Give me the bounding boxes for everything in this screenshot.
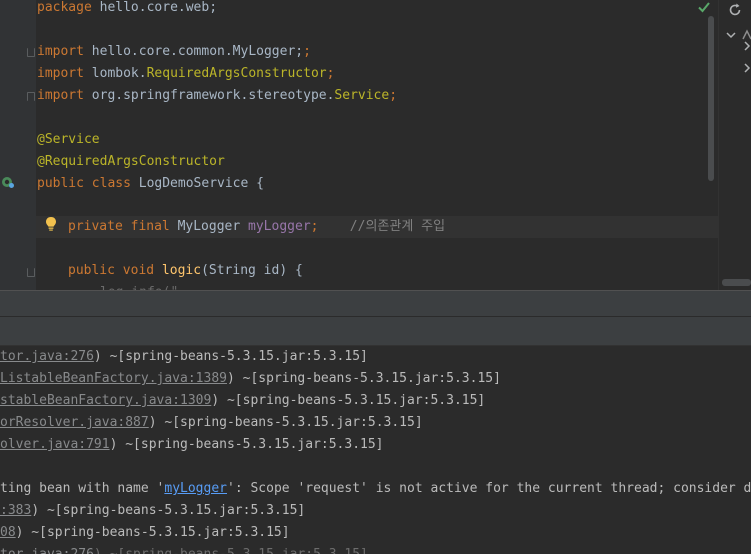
console-line: 08) ~[spring-beans-5.3.15.jar:5.3.15] xyxy=(0,522,290,544)
keyword: package xyxy=(37,0,92,15)
code-line-13[interactable]: public void logic(String id) { xyxy=(68,260,303,282)
code-line-3[interactable]: import hello.core.common.MyLogger;; xyxy=(37,41,311,63)
code-line-5[interactable]: import org.springframework.stereotype.Se… xyxy=(37,85,397,107)
stacktrace-link[interactable]: tor.java:276 xyxy=(0,349,94,364)
stacktrace-link[interactable]: ListableBeanFactory.java:1389 xyxy=(0,371,227,386)
code-line-11[interactable]: private final MyLogger myLogger; //의존관계 … xyxy=(68,216,445,238)
code-editor[interactable]: package hello.core.web; import hello.cor… xyxy=(0,0,751,290)
editor-vertical-scrollbar[interactable] xyxy=(708,16,714,181)
console-line: stableBeanFactory.java:1309) ~[spring-be… xyxy=(0,390,485,412)
chevron-right-icon[interactable] xyxy=(741,62,751,74)
stacktrace-link[interactable]: :383 xyxy=(0,503,31,518)
console-text: ) ~[spring-beans-5.3.15.jar:5.3.15] xyxy=(109,437,384,452)
console-text: ) ~[spring-beans-5.3.15.jar:5.3.15] xyxy=(211,393,486,408)
refresh-icon[interactable] xyxy=(727,2,743,18)
fold-marker[interactable] xyxy=(27,48,35,57)
bean-link[interactable]: myLogger xyxy=(164,481,227,496)
lightbulb-icon[interactable] xyxy=(44,216,58,234)
console-text: ) ~[spring-beans-5.3.15.jar:5.3.15] xyxy=(15,525,290,540)
console-line: orResolver.java:887) ~[spring-beans-5.3.… xyxy=(0,412,423,434)
keyword: import xyxy=(37,44,84,59)
code-text: hello.core.web; xyxy=(91,0,218,15)
stacktrace-link[interactable]: olver.java:791 xyxy=(0,437,110,452)
panel-splitter[interactable] xyxy=(0,290,751,317)
check-icon[interactable] xyxy=(697,0,711,14)
code-area[interactable]: package hello.core.web; import hello.cor… xyxy=(0,0,718,290)
code-comment: //의존관계 주입 xyxy=(349,219,446,234)
method-name: logic xyxy=(161,263,202,278)
class-ref: Service xyxy=(334,88,390,103)
type-name: MyLogger xyxy=(169,219,249,234)
right-tool-strip xyxy=(718,0,751,290)
keyword: private final xyxy=(68,219,170,234)
code-line-9[interactable]: public class LogDemoService { xyxy=(37,173,264,195)
stacktrace-link[interactable]: stableBeanFactory.java:1309 xyxy=(0,393,211,408)
keyword: import xyxy=(37,66,84,81)
code-line-7[interactable]: @Service xyxy=(37,129,100,151)
console-toolbar xyxy=(0,317,751,346)
code-text: hello.core.common.MyLogger; xyxy=(83,44,304,59)
annotation: @RequiredArgsConstructor xyxy=(37,154,225,169)
stacktrace-link[interactable]: 08 xyxy=(0,525,16,540)
console-text: ) ~[spring-beans-5.3.15.jar:5.3.15] xyxy=(93,349,368,364)
console-text: ) ~[spring-beans-5.3.15.jar:5.3.15] xyxy=(148,415,423,430)
keyword: public class xyxy=(37,176,131,191)
console-output[interactable]: tor.java:276) ~[spring-beans-5.3.15.jar:… xyxy=(0,346,751,554)
spring-bean-icon[interactable] xyxy=(1,175,15,189)
fold-marker[interactable] xyxy=(27,268,35,277)
console-line: :383) ~[spring-beans-5.3.15.jar:5.3.15] xyxy=(0,500,305,522)
console-text: ': Scope 'request' is not active for the… xyxy=(227,481,751,496)
console-line: olver.java:791) ~[spring-beans-5.3.15.ja… xyxy=(0,434,384,456)
console-line-partial: tor.java:276) ~[spring-beans-5.3.15.jar:… xyxy=(0,544,368,554)
stacktrace-link[interactable]: orResolver.java:887 xyxy=(0,415,149,430)
code-text: (String id) { xyxy=(201,263,303,278)
console-text: ) ~[spring-beans-5.3.15.jar:5.3.15] xyxy=(226,371,501,386)
field-name: myLogger xyxy=(248,219,311,234)
annotation: @Service xyxy=(37,132,100,147)
chevron-right-icon[interactable] xyxy=(741,40,751,52)
semicolon: ; xyxy=(303,44,311,59)
keyword: public void xyxy=(68,263,155,278)
console-error-line: ting bean with name 'myLogger': Scope 'r… xyxy=(0,478,751,500)
keyword: import xyxy=(37,88,84,103)
code-text: LogDemoService { xyxy=(130,176,264,191)
code-line-1[interactable]: package hello.core.web; xyxy=(37,0,217,19)
code-text: org.springframework.stereotype. xyxy=(83,88,335,103)
code-line-8[interactable]: @RequiredArgsConstructor xyxy=(37,151,225,173)
fold-marker[interactable] xyxy=(27,92,35,101)
horizontal-scrollbar[interactable] xyxy=(722,279,751,286)
semicolon: ; xyxy=(389,88,398,103)
console-text: ting bean with name ' xyxy=(0,481,165,496)
code-line-14-partial: log.info(" xyxy=(100,282,178,290)
console-text: ) ~[spring-beans-5.3.15.jar:5.3.15] xyxy=(31,503,306,518)
console-line: tor.java:276) ~[spring-beans-5.3.15.jar:… xyxy=(0,346,368,368)
code-text: lombok. xyxy=(83,66,147,81)
code-line-4[interactable]: import lombok.RequiredArgsConstructor; xyxy=(37,63,334,85)
console-line: ListableBeanFactory.java:1389) ~[spring-… xyxy=(0,368,501,390)
chevron-down-icon[interactable] xyxy=(725,29,737,41)
semicolon: ; xyxy=(326,66,335,81)
class-ref: RequiredArgsConstructor xyxy=(146,66,327,81)
